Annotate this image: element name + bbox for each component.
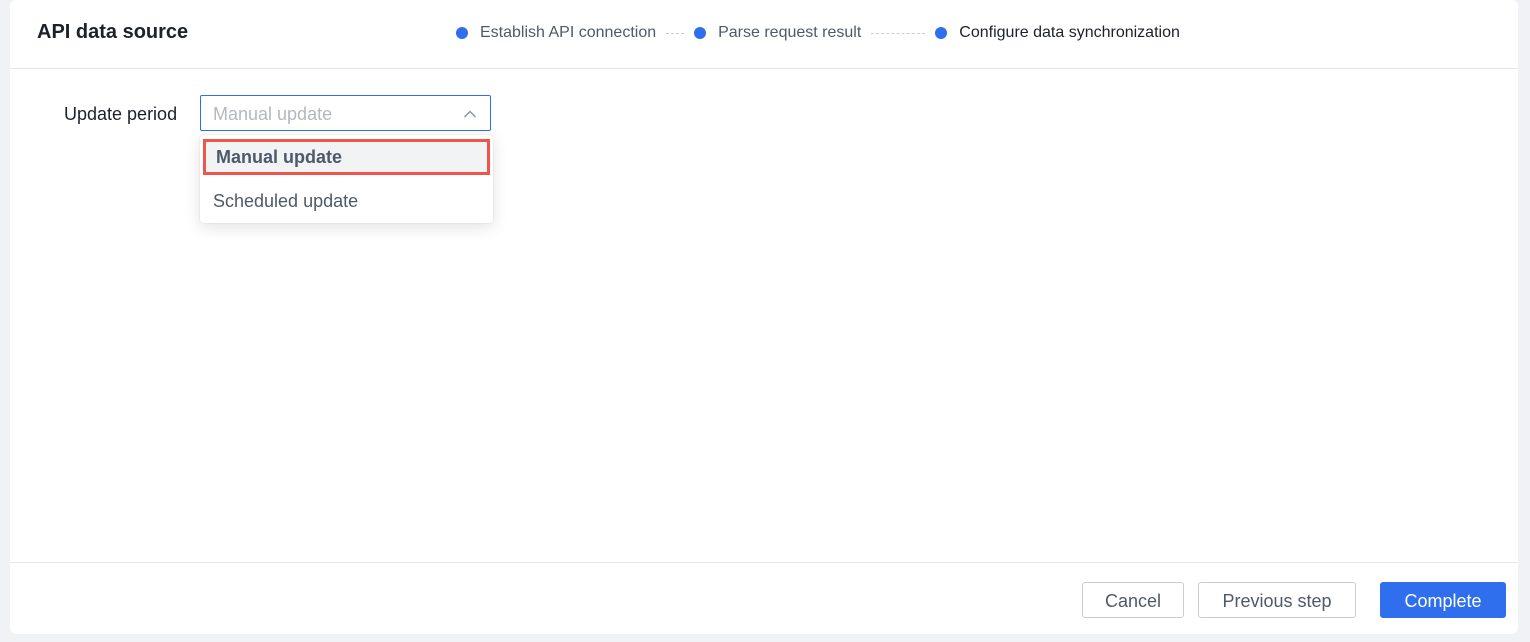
step-current-dot-icon [935,27,948,39]
update-period-select[interactable]: Manual update [200,95,491,131]
step-parse-request-result: Parse request result [694,24,861,42]
dialog-title: API data source [37,21,189,43]
option-scheduled-update[interactable]: Scheduled update [200,181,493,221]
previous-step-button[interactable]: Previous step [1198,582,1356,618]
step-done-dot-icon [694,27,707,39]
step-label: Parse request result [718,24,862,41]
step-establish-api-connection: Establish API connection [456,24,656,42]
option-manual-update[interactable]: Manual update [203,139,490,175]
chevron-up-icon [464,110,476,118]
step-done-dot-icon [456,27,468,39]
step-connector [871,32,926,34]
api-data-source-dialog: API data source Establish API connection… [10,0,1518,634]
step-connector [666,32,685,34]
step-label: Establish API connection [480,24,657,41]
update-period-select-value: Manual update [213,104,333,124]
step-label: Configure data synchronization [959,24,1180,41]
cancel-button[interactable]: Cancel [1082,582,1184,618]
complete-button[interactable]: Complete [1380,582,1506,618]
update-period-label: Update period [64,104,178,124]
dialog-footer: Cancel Previous step Complete [10,562,1518,634]
steps-indicator: Establish API connection Parse request r… [456,22,1180,44]
step-configure-data-synchronization: Configure data synchronization [935,24,1180,42]
update-period-dropdown: Manual update Scheduled update [200,135,493,223]
dialog-header: API data source Establish API connection… [10,0,1518,69]
